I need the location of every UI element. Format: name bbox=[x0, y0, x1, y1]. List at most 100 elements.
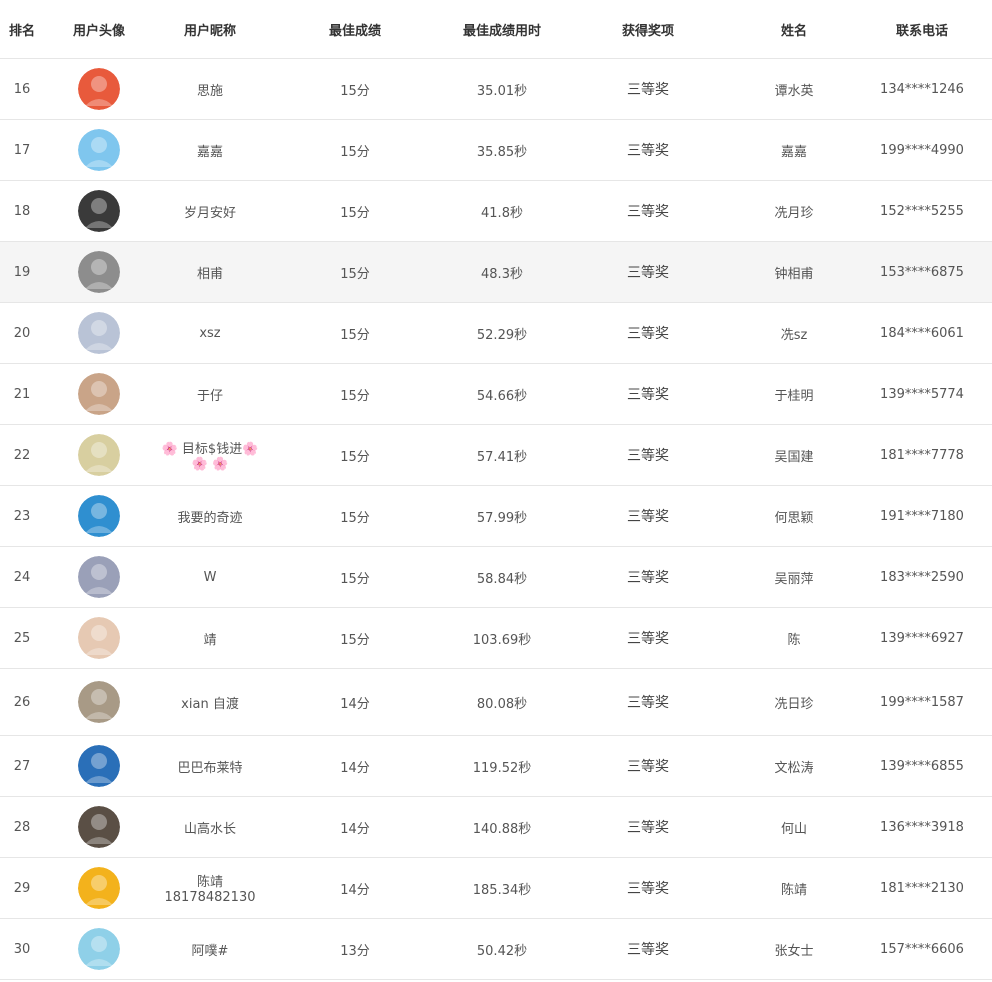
time-cell: 140.88秒 bbox=[444, 796, 560, 858]
name-cell: 张女士 bbox=[736, 918, 852, 980]
name-cell: 谭水英 bbox=[736, 58, 852, 120]
leaderboard-table: 排名 用户头像 用户昵称 最佳成绩 最佳成绩用时 获得奖项 姓名 联系电话 16… bbox=[0, 0, 992, 980]
table-row[interactable]: 23 我要的奇迹 15分 57.99秒 三等奖 何思颖 191****7180 bbox=[0, 485, 992, 547]
sun-sketch-avatar[interactable] bbox=[78, 867, 120, 909]
sunglasses-photo-avatar[interactable] bbox=[78, 190, 120, 232]
rank-cell: 23 bbox=[0, 485, 44, 547]
time-cell: 119.52秒 bbox=[444, 735, 560, 797]
table-row[interactable]: 27 巴巴布莱特 14分 119.52秒 三等奖 文松涛 139****6855 bbox=[0, 735, 992, 797]
header-rank: 排名 bbox=[0, 0, 44, 59]
time-cell: 41.8秒 bbox=[444, 180, 560, 242]
avatar-cell bbox=[44, 424, 154, 486]
group-photo-avatar[interactable] bbox=[78, 681, 120, 723]
prize-cell: 三等奖 bbox=[560, 485, 736, 547]
prize-cell: 三等奖 bbox=[560, 546, 736, 608]
avatar-cell bbox=[44, 180, 154, 242]
rank-cell: 18 bbox=[0, 180, 44, 242]
nickname-cell: xian 自渡 bbox=[154, 668, 266, 736]
rank-cell: 24 bbox=[0, 546, 44, 608]
score-cell: 14分 bbox=[266, 668, 444, 736]
score-cell: 15分 bbox=[266, 546, 444, 608]
score-cell: 15分 bbox=[266, 119, 444, 181]
nickname-cell: 岁月安好 bbox=[154, 180, 266, 242]
phone-cell: 184****6061 bbox=[852, 302, 992, 364]
name-cell: 吴国建 bbox=[736, 424, 852, 486]
nickname-cell: 山高水长 bbox=[154, 796, 266, 858]
phone-cell: 136****3918 bbox=[852, 796, 992, 858]
food-photo-avatar[interactable] bbox=[78, 434, 120, 476]
table-row[interactable]: 17 嘉嘉 15分 35.85秒 三等奖 嘉嘉 199****4990 bbox=[0, 119, 992, 181]
time-cell: 50.42秒 bbox=[444, 918, 560, 980]
name-cell: 冼月珍 bbox=[736, 180, 852, 242]
name-cell: 于桂明 bbox=[736, 363, 852, 425]
name-cell: 文松涛 bbox=[736, 735, 852, 797]
table-row[interactable]: 28 山高水长 14分 140.88秒 三等奖 何山 136****3918 bbox=[0, 796, 992, 858]
name-cell: 钟相甫 bbox=[736, 241, 852, 303]
table-row[interactable]: 24 W 15分 58.84秒 三等奖 吴丽萍 183****2590 bbox=[0, 546, 992, 608]
phone-cell: 134****1246 bbox=[852, 58, 992, 120]
clouds-photo-avatar[interactable] bbox=[78, 745, 120, 787]
table-row[interactable]: 29 陈靖18178482130 14分 185.34秒 三等奖 陈靖 181****213… bbox=[0, 857, 992, 919]
time-cell: 57.41秒 bbox=[444, 424, 560, 486]
prize-cell: 三等奖 bbox=[560, 180, 736, 242]
nickname-cell: 思施 bbox=[154, 58, 266, 120]
rank-cell: 21 bbox=[0, 363, 44, 425]
child-photo-avatar[interactable] bbox=[78, 373, 120, 415]
time-cell: 35.01秒 bbox=[444, 58, 560, 120]
time-cell: 35.85秒 bbox=[444, 119, 560, 181]
name-cell: 吴丽萍 bbox=[736, 546, 852, 608]
phone-cell: 152****5255 bbox=[852, 180, 992, 242]
avatar-cell bbox=[44, 119, 154, 181]
cartoon-figures-avatar[interactable] bbox=[78, 68, 120, 110]
score-cell: 15分 bbox=[266, 363, 444, 425]
avatar-cell bbox=[44, 607, 154, 669]
pool-photo-avatar[interactable] bbox=[78, 495, 120, 537]
score-cell: 13分 bbox=[266, 918, 444, 980]
prize-cell: 三等奖 bbox=[560, 918, 736, 980]
name-cell: 陈 bbox=[736, 607, 852, 669]
table-row[interactable]: 16 思施 15分 35.01秒 三等奖 谭水英 134****1246 bbox=[0, 58, 992, 120]
room-photo-avatar[interactable] bbox=[78, 806, 120, 848]
nickname-cell: W bbox=[154, 546, 266, 608]
portrait-photo-avatar[interactable] bbox=[78, 556, 120, 598]
avatar-cell bbox=[44, 58, 154, 120]
name-cell: 何思颖 bbox=[736, 485, 852, 547]
table-row[interactable]: 18 岁月安好 15分 41.8秒 三等奖 冼月珍 152****5255 bbox=[0, 180, 992, 242]
avatar-cell bbox=[44, 363, 154, 425]
name-cell: 冼sz bbox=[736, 302, 852, 364]
rank-cell: 17 bbox=[0, 119, 44, 181]
header-nickname: 用户昵称 bbox=[154, 0, 266, 59]
doraemon-avatar[interactable] bbox=[78, 129, 120, 171]
score-cell: 14分 bbox=[266, 796, 444, 858]
prize-cell: 三等奖 bbox=[560, 363, 736, 425]
phone-cell: 181****2130 bbox=[852, 857, 992, 919]
rank-cell: 29 bbox=[0, 857, 44, 919]
table-row[interactable]: 20 xsz 15分 52.29秒 三等奖 冼sz 184****6061 bbox=[0, 302, 992, 364]
table-row[interactable]: 21 于仔 15分 54.66秒 三等奖 于桂明 139****5774 bbox=[0, 363, 992, 425]
score-cell: 15分 bbox=[266, 241, 444, 303]
face-photo-avatar[interactable] bbox=[78, 617, 120, 659]
name-cell: 嘉嘉 bbox=[736, 119, 852, 181]
header-best-score: 最佳成绩 bbox=[266, 0, 444, 59]
table-row[interactable]: 26 xian 自渡 14分 80.08秒 三等奖 冼日珍 199****1587 bbox=[0, 668, 992, 736]
rank-cell: 27 bbox=[0, 735, 44, 797]
header-avatar: 用户头像 bbox=[44, 0, 154, 59]
avatar-cell bbox=[44, 735, 154, 797]
sky-photo-avatar[interactable] bbox=[78, 312, 120, 354]
time-cell: 80.08秒 bbox=[444, 668, 560, 736]
time-cell: 52.29秒 bbox=[444, 302, 560, 364]
table-row[interactable]: 30 阿噗# 13分 50.42秒 三等奖 张女士 157****6606 bbox=[0, 918, 992, 980]
prize-cell: 三等奖 bbox=[560, 58, 736, 120]
crayon-shin-chan-avatar[interactable] bbox=[78, 928, 120, 970]
time-cell: 185.34秒 bbox=[444, 857, 560, 919]
table-row[interactable]: 25 靖 15分 103.69秒 三等奖陈 139****6927 bbox=[0, 607, 992, 669]
nickname-cell: 靖 bbox=[154, 607, 266, 669]
score-cell: 15分 bbox=[266, 58, 444, 120]
nickname-cell: 巴巴布莱特 bbox=[154, 735, 266, 797]
time-cell: 48.3秒 bbox=[444, 241, 560, 303]
prize-cell: 三等奖 bbox=[560, 735, 736, 797]
header-name: 姓名 bbox=[736, 0, 852, 59]
stairs-photo-avatar[interactable] bbox=[78, 251, 120, 293]
table-row[interactable]: 22 🌸 目标$钱进🌸 🌸 🌸 15分 57.41秒 三等奖 吴国建 181****7778 bbox=[0, 424, 992, 486]
table-row[interactable]: 19 相甫 15分 48.3秒 三等奖 钟相甫 153****6875 bbox=[0, 241, 992, 303]
